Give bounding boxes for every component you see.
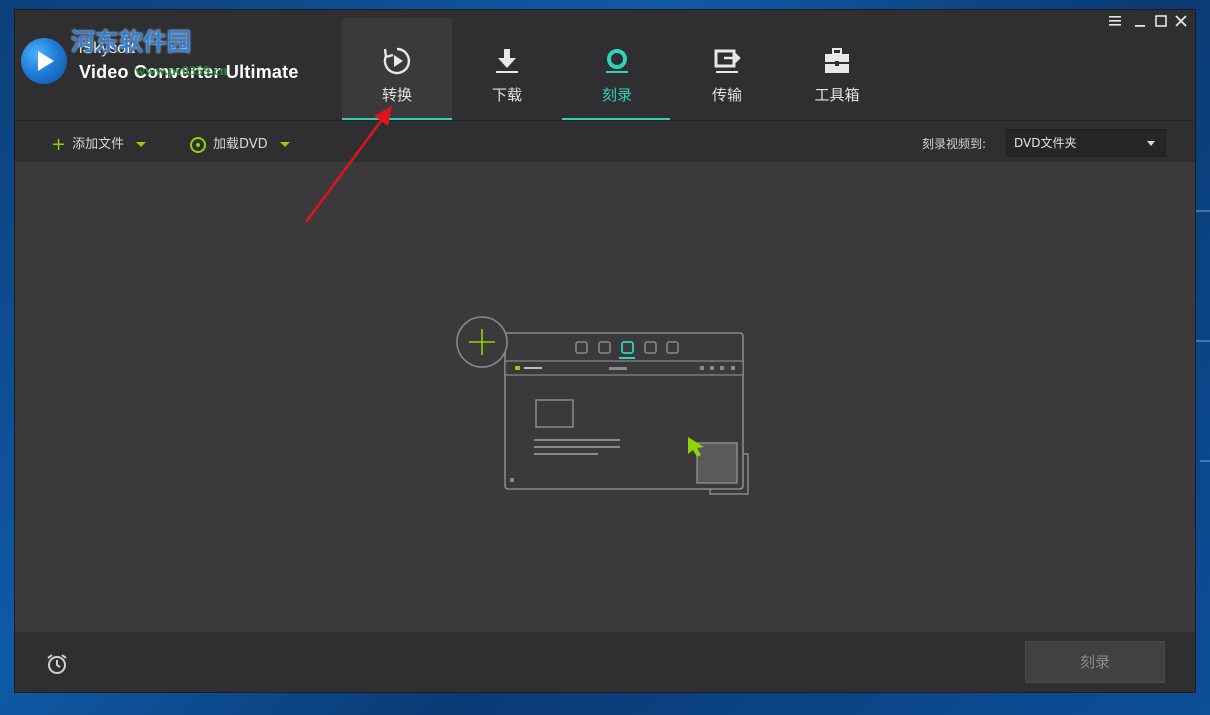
tab-convert[interactable]: 转换	[342, 18, 452, 120]
tab-label: 转换	[381, 86, 412, 104]
plus-icon: +	[51, 134, 67, 155]
load-dvd-label: 加载DVD	[213, 137, 268, 152]
minimize-icon[interactable]	[1130, 14, 1150, 32]
disc-icon	[190, 136, 206, 153]
tab-label: 传输	[711, 86, 742, 104]
alarm-clock-icon[interactable]	[45, 652, 69, 676]
menu-icon[interactable]	[1105, 14, 1125, 32]
tab-download[interactable]: 下载	[452, 18, 562, 120]
watermark-url: www.pc0359.cn	[135, 64, 228, 79]
desktop-streak	[1200, 460, 1210, 462]
toolbar: + 添加文件 加载DVD 刻录视频到: DVD文件夹	[15, 120, 1195, 163]
tab-transfer[interactable]: 传输	[672, 18, 782, 120]
dropdown-caret-icon[interactable]	[136, 142, 147, 147]
dropdown-caret-icon[interactable]	[279, 142, 290, 147]
toolbox-icon	[825, 48, 849, 73]
chevron-down-icon	[1147, 141, 1155, 146]
desktop-streak	[1196, 340, 1210, 342]
tab-burn[interactable]: 刻录	[562, 18, 672, 120]
title-bar: iSkysoft Video Converter Ultimate 河东软件园 …	[15, 10, 1195, 120]
add-files-button[interactable]: + 添加文件	[51, 133, 147, 155]
tab-label: 工具箱	[814, 86, 860, 104]
burn-to-label: 刻录视频到:	[922, 137, 987, 151]
burn-target-value: DVD文件夹	[1014, 136, 1077, 150]
watermark-site-name: 河东软件园	[71, 28, 191, 56]
tab-toolbox[interactable]: 工具箱	[782, 18, 892, 120]
burn-button[interactable]: 刻录	[1025, 641, 1165, 683]
burn-icon	[606, 49, 628, 73]
load-dvd-button[interactable]: 加载DVD	[190, 133, 290, 153]
tab-label: 下载	[491, 86, 522, 104]
close-icon[interactable]	[1171, 14, 1191, 32]
app-logo: iSkysoft Video Converter Ultimate 河东软件园 …	[21, 26, 331, 96]
convert-icon	[383, 47, 411, 75]
maximize-icon[interactable]	[1151, 14, 1171, 32]
add-files-illustration	[456, 316, 749, 495]
transfer-icon	[714, 49, 741, 73]
drop-area[interactable]	[15, 162, 1195, 632]
logo-icon	[21, 38, 67, 84]
add-files-label: 添加文件	[72, 137, 125, 152]
download-icon	[496, 49, 518, 73]
app-window: iSkysoft Video Converter Ultimate 河东软件园 …	[15, 10, 1195, 692]
burn-target-select[interactable]: DVD文件夹	[1006, 129, 1166, 157]
bottom-bar: 刻录	[15, 632, 1195, 692]
tab-label: 刻录	[601, 86, 632, 104]
